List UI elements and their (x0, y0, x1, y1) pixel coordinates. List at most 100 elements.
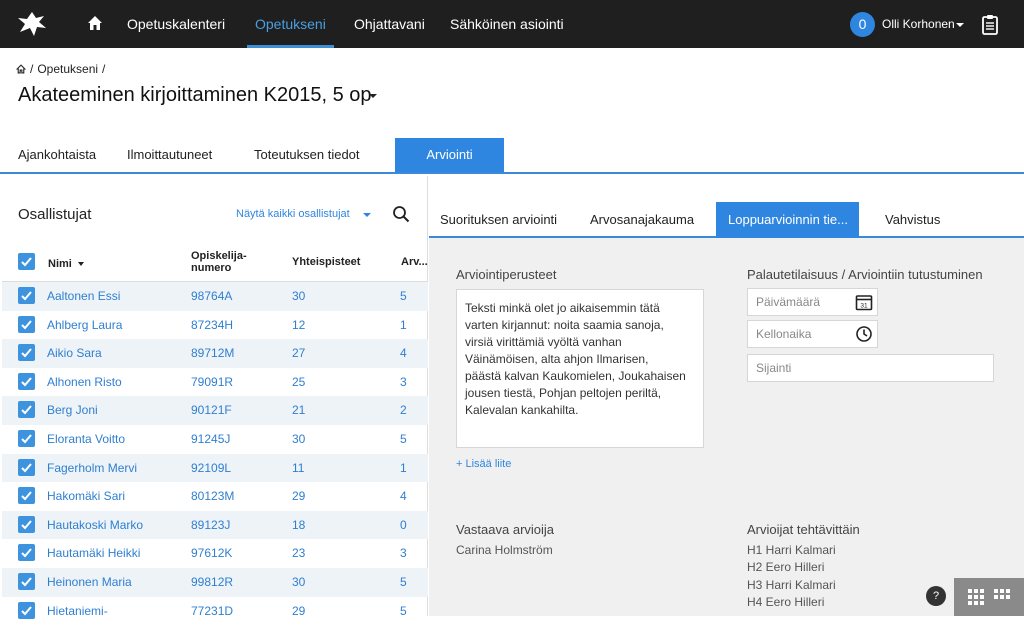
tab-arvosanajakauma[interactable]: Arvosanajakauma (590, 202, 694, 238)
grade[interactable]: 3 (400, 375, 407, 389)
student-number[interactable]: 92109L (191, 461, 231, 475)
column-header-student-number[interactable]: Opiskelija- numero (191, 250, 247, 274)
student-number[interactable]: 80123M (191, 489, 234, 503)
table-row[interactable]: Hautakoski Marko 89123J 18 0 (2, 510, 428, 540)
student-name[interactable]: Ahlberg Laura (47, 318, 122, 332)
student-name[interactable]: Aaltonen Essi (47, 289, 120, 303)
tab-suorituksen-arviointi[interactable]: Suorituksen arviointi (440, 202, 557, 238)
table-row[interactable]: Hietaniemi- 77231D 29 5 (2, 597, 428, 625)
total-points[interactable]: 21 (292, 403, 305, 417)
student-name[interactable]: Aikio Sara (47, 346, 102, 360)
student-number[interactable]: 91245J (191, 432, 230, 446)
row-checkbox[interactable] (18, 430, 35, 447)
student-name[interactable]: Alhonen Risto (47, 375, 122, 389)
row-checkbox[interactable] (18, 344, 35, 362)
app-grid-button[interactable] (954, 578, 1024, 616)
grade[interactable]: 1 (400, 461, 407, 475)
grade[interactable]: 3 (400, 546, 407, 560)
grade[interactable]: 5 (400, 604, 407, 618)
row-checkbox[interactable] (18, 601, 35, 619)
show-all-chevron-down-icon[interactable] (363, 213, 371, 217)
add-attachment-link[interactable]: + Lisää liite (456, 458, 511, 470)
user-menu-chevron-down-icon[interactable] (956, 23, 964, 27)
student-name[interactable]: Hietaniemi- (47, 604, 108, 618)
row-checkbox[interactable] (18, 544, 35, 562)
tab-arviointi[interactable]: Arviointi (395, 138, 504, 172)
tab-vahvistus[interactable]: Vahvistus (885, 202, 940, 238)
nav-sahkoinen-asiointi[interactable]: Sähköinen asiointi (450, 0, 564, 48)
grade[interactable]: 0 (400, 518, 407, 532)
grade[interactable]: 4 (400, 489, 407, 503)
total-points[interactable]: 25 (292, 375, 305, 389)
course-chevron-down-icon[interactable] (369, 94, 377, 98)
table-row[interactable]: Ahlberg Laura 87234H 12 1 (2, 311, 428, 340)
student-number[interactable]: 79091R (191, 375, 233, 389)
student-name[interactable]: Hakomäki Sari (47, 489, 125, 503)
total-points[interactable]: 30 (292, 575, 305, 589)
total-points[interactable]: 18 (292, 518, 305, 532)
student-number[interactable]: 89712M (191, 346, 234, 360)
page-title[interactable]: Akateeminen kirjoittaminen K2015, 5 op (18, 84, 372, 107)
show-all-participants-link[interactable]: Näytä kaikki osallistujat (236, 208, 350, 220)
student-number[interactable]: 77231D (191, 604, 233, 618)
total-points[interactable]: 11 (292, 461, 304, 475)
student-number[interactable]: 90121F (191, 403, 232, 417)
row-checkbox[interactable] (18, 458, 35, 476)
total-points[interactable]: 12 (292, 318, 305, 332)
student-name[interactable]: Fagerholm Mervi (47, 461, 137, 475)
total-points[interactable]: 30 (292, 289, 305, 303)
criteria-textarea[interactable]: Teksti minkä olet jo aikaisemmin tätä va… (456, 289, 704, 448)
row-checkbox[interactable] (18, 487, 35, 505)
row-checkbox[interactable] (18, 287, 35, 304)
table-row[interactable]: Fagerholm Mervi 92109L 11 1 (2, 453, 428, 483)
table-row[interactable]: Eloranta Voitto 91245J 30 5 (2, 425, 428, 454)
nav-opetukseni[interactable]: Opetukseni (247, 0, 334, 48)
grade[interactable]: 4 (400, 346, 407, 360)
tab-loppuarvioinnin-tiedot[interactable]: Loppuarvioinnin tie... (716, 202, 859, 238)
table-row[interactable]: Heinonen Maria 99812R 30 5 (2, 568, 428, 597)
breadcrumb-item-opetukseni[interactable]: Opetukseni (37, 62, 98, 76)
table-row[interactable]: Berg Joni 90121F 21 2 (2, 396, 428, 425)
student-name[interactable]: Eloranta Voitto (47, 432, 125, 446)
row-checkbox[interactable] (18, 372, 35, 390)
grade[interactable]: 1 (400, 318, 407, 332)
column-header-grade[interactable]: Arv... (401, 256, 428, 268)
total-points[interactable]: 29 (292, 604, 305, 618)
clipboard-icon[interactable] (982, 14, 998, 35)
tab-ajankohtaista[interactable]: Ajankohtaista (18, 138, 96, 172)
time-field[interactable]: Kellonaika (747, 320, 878, 348)
date-field[interactable]: Päivämäärä 31 (747, 288, 878, 316)
student-name[interactable]: Hautakoski Marko (47, 518, 143, 532)
table-row[interactable]: Hautamäki Heikki 97612K 23 3 (2, 539, 428, 568)
search-icon[interactable] (392, 205, 410, 223)
tab-toteutuksen-tiedot[interactable]: Toteutuksen tiedot (254, 138, 360, 172)
total-points[interactable]: 30 (292, 432, 305, 446)
row-checkbox[interactable] (18, 401, 35, 419)
row-checkbox[interactable] (18, 315, 35, 333)
sort-chevron-down-icon[interactable] (78, 262, 84, 266)
student-name[interactable]: Heinonen Maria (47, 575, 132, 589)
total-points[interactable]: 29 (292, 489, 305, 503)
student-number[interactable]: 97612K (191, 546, 232, 560)
row-checkbox[interactable] (18, 515, 35, 533)
nav-opetuskalenteri[interactable]: Opetuskalenteri (127, 0, 225, 48)
student-name[interactable]: Berg Joni (47, 403, 98, 417)
column-header-points[interactable]: Yhteispisteet (292, 256, 360, 268)
calendar-icon[interactable]: 31 (855, 293, 873, 311)
notification-badge[interactable]: 0 (850, 12, 875, 37)
table-row[interactable]: Aaltonen Essi 98764A 30 5 (2, 282, 428, 311)
row-checkbox[interactable] (18, 573, 35, 590)
student-name[interactable]: Hautamäki Heikki (47, 546, 140, 560)
clock-icon[interactable] (855, 325, 873, 343)
table-row[interactable]: Hakomäki Sari 80123M 29 4 (2, 482, 428, 511)
grade[interactable]: 5 (400, 432, 407, 446)
university-logo-icon[interactable] (14, 8, 50, 40)
home-icon[interactable] (86, 14, 104, 32)
total-points[interactable]: 23 (292, 546, 305, 560)
table-row[interactable]: Aikio Sara 89712M 27 4 (2, 339, 428, 368)
total-points[interactable]: 27 (292, 346, 305, 360)
student-number[interactable]: 98764A (191, 289, 232, 303)
user-menu[interactable]: Olli Korhonen (882, 0, 955, 48)
student-number[interactable]: 87234H (191, 318, 233, 332)
tab-ilmoittautuneet[interactable]: Ilmoittautuneet (127, 138, 212, 172)
